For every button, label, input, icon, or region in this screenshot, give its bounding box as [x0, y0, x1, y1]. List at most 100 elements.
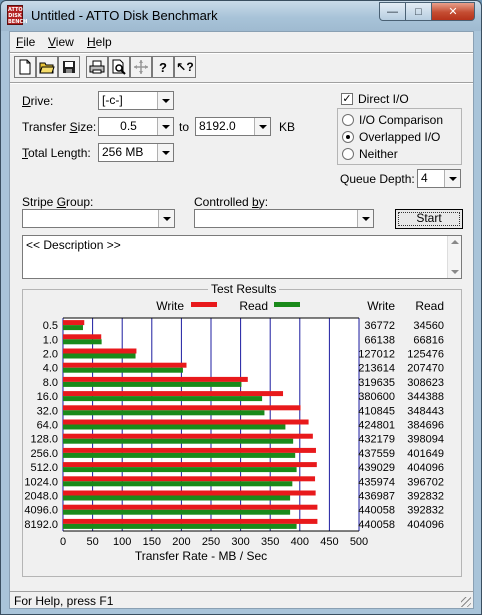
x-tick-label: 250	[202, 536, 220, 548]
controlled-by-select[interactable]	[194, 209, 374, 228]
write-column-header: Write	[367, 299, 395, 313]
chevron-down-icon[interactable]	[157, 144, 173, 161]
read-bar	[63, 509, 291, 515]
x-tick-label: 150	[143, 536, 161, 548]
results-chart: 0 50 100 150 200 250 300 350 400 450 500 Transfer R…	[24, 299, 444, 563]
radio-io-comparison[interactable]: I/O Comparison	[342, 113, 443, 127]
context-help-button[interactable]: ↖?	[174, 56, 196, 78]
close-icon: ✕	[448, 6, 458, 18]
write-value: 213614	[358, 363, 395, 375]
open-folder-icon	[39, 62, 55, 74]
queue-depth-select[interactable]: 4	[417, 169, 461, 188]
read-bar	[63, 481, 293, 487]
stripe-group-select[interactable]	[22, 209, 175, 228]
read-value: 392832	[407, 505, 444, 517]
radio-neither[interactable]: Neither	[342, 147, 398, 161]
x-tick-label: 450	[320, 536, 338, 548]
context-help-icon: ↖?	[176, 60, 194, 74]
x-tick-label: 0	[60, 536, 66, 548]
controlled-by-label: Controlled by:	[194, 195, 269, 209]
move-button[interactable]	[130, 56, 152, 78]
category-label: 32.0	[37, 405, 58, 417]
start-button[interactable]: Start	[395, 209, 463, 229]
menu-file[interactable]: File	[16, 35, 35, 49]
total-length-select[interactable]: 256 MB	[98, 143, 174, 162]
read-column-header: Read	[415, 299, 444, 313]
help-icon: ?	[159, 59, 167, 75]
chevron-down-icon[interactable]	[254, 118, 270, 135]
read-bar	[63, 424, 286, 430]
write-bar	[63, 419, 309, 425]
client-area: File View Help ? ↖? Drive: [-c-] Transfe…	[9, 31, 474, 609]
chevron-down-icon[interactable]	[157, 118, 173, 135]
read-value: 66816	[413, 334, 444, 346]
print-preview-button[interactable]	[108, 56, 130, 78]
menu-help[interactable]: Help	[87, 35, 112, 49]
write-bar	[63, 504, 318, 510]
chevron-down-icon[interactable]	[158, 210, 174, 227]
close-button[interactable]: ✕	[431, 2, 475, 21]
print-preview-icon	[112, 59, 126, 75]
chevron-down-icon[interactable]	[157, 92, 173, 109]
read-value: 384696	[407, 420, 444, 432]
write-value: 440058	[358, 505, 395, 517]
write-bar	[63, 391, 284, 397]
read-bar	[63, 339, 102, 345]
write-bar	[63, 362, 187, 368]
title-bar[interactable]: ATTO DISK BENCH Untitled - ATTO Disk Bench…	[1, 1, 481, 31]
checkmark-icon: ✓	[341, 93, 353, 105]
write-value: 440058	[358, 519, 395, 531]
print-button[interactable]	[86, 56, 108, 78]
description-scrollbar[interactable]	[447, 236, 461, 278]
read-bar	[63, 467, 297, 473]
resize-grip[interactable]	[461, 597, 471, 607]
drive-select[interactable]: [-c-]	[98, 91, 174, 110]
write-value: 437559	[358, 448, 395, 460]
scroll-up-icon	[451, 240, 459, 244]
category-label: 2048.0	[24, 491, 58, 503]
write-bar	[63, 405, 301, 411]
read-bar	[63, 325, 83, 331]
app-icon[interactable]: ATTO DISK BENCH	[7, 5, 27, 25]
stripe-group-label: Stripe Group:	[22, 195, 94, 209]
legend-write-swatch	[191, 302, 217, 307]
status-text: For Help, press F1	[14, 594, 114, 608]
write-value: 380600	[358, 391, 395, 403]
maximize-button[interactable]: □	[405, 2, 432, 21]
category-label: 0.5	[43, 320, 58, 332]
chevron-down-icon[interactable]	[444, 170, 460, 187]
read-value: 344388	[407, 391, 444, 403]
direct-io-checkbox[interactable]: ✓ Direct I/O	[341, 92, 409, 106]
read-value: 401649	[407, 448, 444, 460]
write-bar	[63, 518, 318, 524]
category-label: 256.0	[30, 448, 58, 460]
chevron-down-icon[interactable]	[357, 210, 373, 227]
x-tick-label: 300	[231, 536, 249, 548]
write-bar	[63, 433, 313, 439]
description-field[interactable]: << Description >>	[22, 235, 462, 279]
help-button[interactable]: ?	[152, 56, 174, 78]
read-value: 404096	[407, 462, 444, 474]
write-bar	[63, 490, 316, 496]
radio-overlapped-io[interactable]: Overlapped I/O	[342, 130, 440, 144]
minimize-button[interactable]: —	[379, 2, 406, 21]
drive-label: Drive:	[22, 94, 54, 108]
x-tick-label: 50	[86, 536, 98, 548]
read-value: 34560	[413, 320, 444, 332]
category-label: 512.0	[30, 462, 58, 474]
category-label: 128.0	[30, 434, 58, 446]
write-value: 66138	[364, 334, 395, 346]
open-button[interactable]	[36, 56, 58, 78]
write-bar	[63, 348, 137, 354]
new-file-icon	[19, 59, 31, 75]
new-button[interactable]	[14, 56, 36, 78]
read-bar	[63, 410, 265, 416]
queue-depth-label: Queue Depth:	[340, 172, 415, 186]
scroll-down-icon	[451, 270, 459, 274]
transfer-size-to-select[interactable]: 8192.0	[195, 117, 271, 136]
menu-view[interactable]: View	[48, 35, 74, 49]
transfer-size-from-select[interactable]: 0.5	[98, 117, 174, 136]
x-tick-label: 200	[172, 536, 190, 548]
category-label: 4.0	[43, 363, 58, 375]
save-button[interactable]	[58, 56, 80, 78]
